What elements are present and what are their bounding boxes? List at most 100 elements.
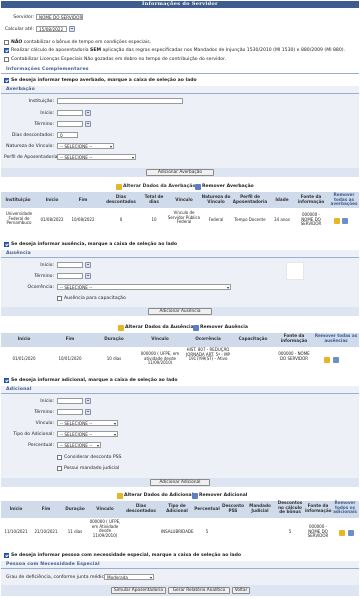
- th-adi-percentual: Percentual: [194, 506, 220, 511]
- blank-box: [286, 262, 304, 280]
- perfil-aposentadoria-select[interactable]: -- SELECIONE --: [57, 154, 136, 160]
- cell-aus-ocorrencia: HIST. 807 - REDUÇÃO JORNADA ART. 5º - MP…: [186, 347, 230, 362]
- calendar-icon[interactable]: [85, 409, 91, 415]
- adicional-caption: Adicional: [6, 387, 32, 392]
- adi-inicio-field[interactable]: [57, 398, 83, 404]
- adi-vinculo-select[interactable]: -- SELECIONE --: [57, 420, 118, 426]
- trash-icon[interactable]: [348, 530, 354, 536]
- cell-dias-descontados: 0: [119, 217, 123, 222]
- capacitacao-checkbox[interactable]: [57, 296, 62, 301]
- percentual-select[interactable]: -- SELECIONE --: [57, 442, 101, 448]
- averbado-checkbox[interactable]: [4, 78, 9, 83]
- calendar-icon[interactable]: [85, 121, 91, 127]
- remover-todos-adicionais-link[interactable]: Remover todos os adicionais: [331, 500, 359, 515]
- percentual-label: Percentual:: [28, 443, 54, 448]
- calendar-icon[interactable]: [85, 273, 91, 279]
- inicio-field[interactable]: [57, 110, 83, 116]
- cell-instituicao: Universidade Federal de Pernambuco: [5, 211, 33, 226]
- grau-deficiencia-select[interactable]: Moderada: [104, 574, 154, 580]
- natureza-vinculo-select[interactable]: -- SELECIONE --: [57, 143, 114, 149]
- th-fonte: Fonte da informação: [297, 194, 325, 204]
- cell-adi-percentual: 5: [205, 529, 209, 534]
- caption-divider: [1, 93, 359, 94]
- cell-adi-duracao: 11 dias: [67, 529, 83, 534]
- th-dias-descontados: Dias descontados: [106, 194, 136, 204]
- ausencia-panel: [1, 250, 359, 307]
- th-aus-ocorrencia: Ocorrência: [195, 336, 221, 341]
- nao-bonus-checkbox[interactable]: [4, 40, 9, 45]
- averbado-question: Se deseja informar tempo averbado, marqu…: [11, 78, 197, 83]
- th-adi-fonte: Fonte da informação: [305, 503, 332, 513]
- capacitacao-label: Ausência para capacitação: [64, 296, 126, 301]
- remove-icon: [193, 325, 199, 331]
- adicionar-adicional-button[interactable]: Adicionar Adicional: [150, 479, 210, 486]
- cell-adi-fonte: 000000 - NOME DO SERVIDOR: [307, 524, 329, 539]
- necessidade-checkbox[interactable]: [4, 553, 9, 558]
- calendar-icon[interactable]: [85, 262, 91, 268]
- mandado-judicial-checkbox[interactable]: [57, 466, 62, 471]
- dias-descontados-field[interactable]: 0: [57, 132, 78, 138]
- remove-icon: [195, 184, 201, 190]
- termino-label: Término:: [34, 122, 54, 127]
- th-inicio: Início: [45, 197, 59, 202]
- pencil-icon[interactable]: [339, 530, 345, 536]
- calendar-icon[interactable]: [69, 26, 75, 32]
- th-aus-fim: Fim: [65, 336, 75, 341]
- info-complementares-caption: Informações Complementares: [6, 67, 89, 72]
- table-row: Universidade Federal de Pernambuco 01/08…: [1, 208, 359, 235]
- tipo-adicional-select[interactable]: -- SELECIONE --: [57, 431, 118, 437]
- th-adi-descontos: Descontos no cálculo de bônus: [277, 500, 303, 515]
- th-adi-dias: Dias descontados: [126, 503, 156, 513]
- calcular-ate-field[interactable]: 15/08/2022: [36, 26, 67, 32]
- ocorrencia-select[interactable]: -- SELECIONE --: [57, 284, 231, 290]
- licencas-checkbox[interactable]: [4, 57, 9, 62]
- calendar-icon[interactable]: [85, 398, 91, 404]
- cell-total-dias: 10: [151, 217, 157, 222]
- desconto-pss-checkbox[interactable]: [57, 455, 62, 460]
- adicionar-averbacao-button[interactable]: Adicionar Averbação: [146, 169, 214, 176]
- remover-todas-ausencias-link[interactable]: Remover todas as ausências: [313, 333, 359, 343]
- instituicao-field[interactable]: [57, 98, 183, 104]
- remove-icon: [192, 493, 198, 499]
- adicional-panel: [1, 386, 359, 478]
- dias-descontados-label: Dias descontados:: [11, 133, 54, 138]
- remover-todas-averbacoes-link[interactable]: Remover todas as averbações: [329, 192, 359, 207]
- cell-fim: 10/08/2022: [71, 217, 95, 222]
- desconto-pss-label: Considerar desconto PSS: [64, 455, 122, 460]
- adi-vinculo-label: Vínculo:: [35, 421, 54, 426]
- th-adi-tipo: Tipo de Adicional: [166, 503, 188, 513]
- adi-termino-field[interactable]: [57, 409, 83, 415]
- pencil-icon[interactable]: [334, 218, 340, 224]
- cell-aus-fonte: 000000 - NOME DO SERVIDOR: [278, 351, 310, 361]
- trash-icon[interactable]: [342, 218, 348, 224]
- th-aus-capacitacao: Capacitação: [238, 336, 268, 341]
- voltar-button[interactable]: Voltar: [232, 587, 250, 594]
- cell-adi-descontos: 5: [288, 529, 292, 534]
- mandado-judicial-label: Possui mandado judicial: [64, 466, 120, 471]
- cell-natureza: Federal: [208, 217, 224, 222]
- adi-inicio-label: Início:: [40, 399, 54, 404]
- remover-adicional-legend: Remover Adicional: [199, 493, 248, 498]
- gerar-relatorio-button[interactable]: Gerar Relatório Analítico: [168, 587, 230, 594]
- instituicao-label: Instituição:: [28, 99, 54, 104]
- termino-field[interactable]: [57, 121, 83, 127]
- th-aus-duracao: Duração: [104, 336, 124, 341]
- table-row: 01/01/2020 10/01/2020 10 dias 000000 ( U…: [1, 347, 359, 373]
- sem-mandados-checkbox[interactable]: [4, 48, 9, 53]
- simular-aposentadoria-button[interactable]: Simular Aposentadoria: [111, 587, 166, 594]
- caption-divider: [1, 257, 359, 258]
- calendar-icon[interactable]: [85, 110, 91, 116]
- ausencia-checkbox[interactable]: [4, 242, 9, 247]
- pencil-icon: [118, 325, 124, 331]
- caption-divider: [1, 73, 359, 74]
- servidor-field[interactable]: NOME DO SERVIDOR: [36, 14, 83, 20]
- aus-inicio-field[interactable]: [57, 262, 83, 268]
- inicio-label: Início:: [40, 111, 54, 116]
- pencil-icon[interactable]: [324, 357, 330, 363]
- cell-fonte: 000000 - NOME DO SERVIDOR: [300, 212, 322, 227]
- trash-icon[interactable]: [333, 357, 339, 363]
- adicional-checkbox[interactable]: [4, 378, 9, 383]
- caption-divider: [1, 393, 359, 394]
- aus-termino-field[interactable]: [57, 273, 83, 279]
- adicionar-ausencia-button[interactable]: Adicionar Ausência: [148, 308, 212, 315]
